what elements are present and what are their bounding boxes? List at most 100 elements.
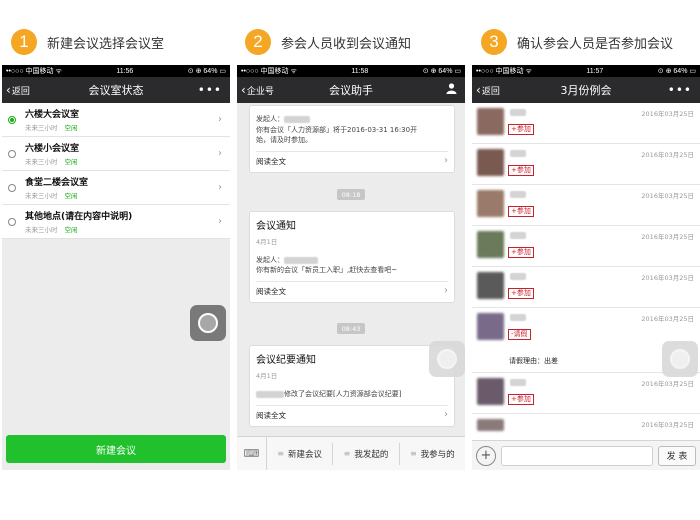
member-name <box>510 273 526 280</box>
phone-meeting-members: ••○○○ 中国移动 ᯤ 11:57 ⊙ ⊕ 64% ▭ ‹ 返回 3月份例会 … <box>472 65 700 470</box>
back-button[interactable]: ‹ 企业号 <box>237 83 274 97</box>
member-name <box>510 232 526 239</box>
bottom-tab-bar: ⌨ ≡ 新建会议 ≡ 我发起的 ≡ 我参与的 <box>237 436 465 470</box>
assistive-touch-button[interactable] <box>190 305 226 341</box>
clock: 11:58 <box>351 67 369 75</box>
battery: ⊙ ⊕ 64% ▭ <box>657 68 696 75</box>
chevron-right-icon: › <box>444 285 448 296</box>
read-more-link[interactable]: 阅读全文 › <box>256 151 448 167</box>
timestamp: 08:18 <box>337 189 365 200</box>
comment-input[interactable] <box>501 445 653 466</box>
plus-icon[interactable]: + <box>476 445 496 466</box>
send-button[interactable]: 发 表 <box>658 445 696 466</box>
reply-date: 2016年03月25日 <box>641 110 694 118</box>
radio-icon[interactable] <box>8 149 16 158</box>
back-label: 返回 <box>481 86 500 97</box>
chevron-right-icon: › <box>444 155 448 166</box>
free-status: 空闲 <box>64 158 78 166</box>
tab-new-meeting[interactable]: ≡ 新建会议 <box>267 442 334 465</box>
nav-bar: ‹ 企业号 会议助手 <box>237 77 465 103</box>
free-status: 空闲 <box>64 124 78 132</box>
avatar <box>477 190 504 217</box>
back-button[interactable]: ‹ 返回 <box>472 83 500 97</box>
nav-bar: ‹ 返回 会议室状态 ••• <box>2 77 230 103</box>
avatar <box>477 272 504 299</box>
member-name <box>510 314 526 321</box>
read-more-link[interactable]: 阅读全文 › <box>256 281 448 297</box>
back-label: 企业号 <box>246 86 274 97</box>
member-name <box>510 379 526 386</box>
menu-icon: ≡ <box>343 449 351 458</box>
back-label: 返回 <box>11 86 30 97</box>
battery: ⊙ ⊕ 64% ▭ <box>422 68 461 75</box>
message-text: 你有会议「人力资源部」将于2016-03-31 16:30开 <box>256 126 418 134</box>
chevron-right-icon: › <box>218 148 222 159</box>
list-item[interactable]: +参加 2016年03月25日 <box>472 103 700 144</box>
status-bar: ••○○○ 中国移动 ᯤ 11:57 ⊙ ⊕ 64% ▭ <box>472 65 700 77</box>
member-name <box>510 109 526 116</box>
new-meeting-button[interactable]: 新建会议 <box>6 435 226 463</box>
assistive-touch-button[interactable] <box>662 341 698 377</box>
member-name <box>510 150 526 157</box>
list-item[interactable]: +参加 2016年03月25日 <box>472 267 700 308</box>
room-item-six-floor-large[interactable]: 六楼大会议室 未来三小时 空闲 › <box>2 103 230 137</box>
avatar <box>477 108 504 135</box>
room-item-canteen[interactable]: 食堂二楼会议室 未来三小时 空闲 › <box>2 171 230 205</box>
status-badge: -请假 <box>508 329 531 340</box>
avatar <box>477 419 504 431</box>
status-badge: +参加 <box>508 394 534 405</box>
clock: 11:57 <box>586 67 604 75</box>
room-availability: 未来三小时 空闲 <box>25 124 78 132</box>
card-title: 会议纪要通知 <box>256 355 316 366</box>
page-title: 3月份例会 <box>560 84 612 97</box>
avatar <box>477 149 504 176</box>
reply-date: 2016年03月25日 <box>641 192 694 200</box>
room-list: 六楼大会议室 未来三小时 空闲 › 六楼小会议室 未来三小时 空闲 › 食堂二楼会议… <box>2 103 230 239</box>
leave-reason: 请假理由：出差 <box>509 357 558 365</box>
list-item[interactable]: +参加 2016年03月25日 <box>472 373 700 414</box>
phone-meeting-assistant: ••○○○ 中国移动 ᯤ 11:58 ⊙ ⊕ 64% ▭ ‹ 企业号 会议助手 … <box>237 65 465 470</box>
avatar <box>477 231 504 258</box>
room-name: 食堂二楼会议室 <box>25 178 89 188</box>
more-button[interactable]: ••• <box>198 83 230 97</box>
room-item-other[interactable]: 其他地点(请在内容中说明) 未来三小时 空闲 › <box>2 205 230 239</box>
carrier: ••○○○ 中国移动 ᯤ <box>6 68 62 75</box>
list-item[interactable]: +参加 2016年03月25日 <box>472 185 700 226</box>
card-date: 4月1日 <box>256 372 278 380</box>
step-number: 2 <box>245 29 271 55</box>
avatar <box>477 313 504 340</box>
list-item[interactable]: +参加 2016年03月25日 <box>472 144 700 185</box>
room-availability: 未来三小时 空闲 <box>25 158 78 166</box>
clock: 11:56 <box>116 67 134 75</box>
timestamp: 08:43 <box>337 323 365 334</box>
radio-icon[interactable] <box>8 183 16 192</box>
keyboard-icon[interactable]: ⌨ <box>237 437 267 470</box>
nav-bar: ‹ 返回 3月份例会 ••• <box>472 77 700 103</box>
room-name: 其他地点(请在内容中说明) <box>25 212 133 222</box>
back-button[interactable]: ‹ 返回 <box>2 83 30 97</box>
tab-initiated[interactable]: ≡ 我发起的 <box>333 442 400 465</box>
chevron-right-icon: › <box>218 182 222 193</box>
tab-participated[interactable]: ≡ 我参与的 <box>400 443 465 465</box>
chevron-left-icon: ‹ <box>476 83 481 97</box>
step-text: 参会人员收到会议通知 <box>281 36 412 52</box>
room-item-six-floor-small[interactable]: 六楼小会议室 未来三小时 空闲 › <box>2 137 230 171</box>
user-icon[interactable] <box>446 83 465 97</box>
reply-date: 2016年03月25日 <box>641 274 694 282</box>
comment-input-bar: + 发 表 <box>472 440 700 470</box>
chevron-right-icon: › <box>218 114 222 125</box>
phone-room-status: ••○○○ 中国移动 ᯤ 11:56 ⊙ ⊕ 64% ▭ ‹ 返回 会议室状态 … <box>2 65 230 470</box>
room-availability: 未来三小时 空闲 <box>25 192 78 200</box>
initiator-line: 发起人： <box>256 114 448 124</box>
free-status: 空闲 <box>64 192 78 200</box>
assistive-touch-button[interactable] <box>429 341 465 377</box>
radio-selected-icon[interactable] <box>8 115 16 124</box>
status-bar: ••○○○ 中国移动 ᯤ 11:56 ⊙ ⊕ 64% ▭ <box>2 65 230 77</box>
more-button[interactable]: ••• <box>668 83 700 97</box>
list-item[interactable]: +参加 2016年03月25日 <box>472 226 700 267</box>
read-more-link[interactable]: 阅读全文 › <box>256 405 448 421</box>
radio-icon[interactable] <box>8 217 16 226</box>
carrier: ••○○○ 中国移动 ᯤ <box>241 68 297 75</box>
status-badge: +参加 <box>508 124 534 135</box>
step-text: 新建会议选择会议室 <box>47 36 165 52</box>
